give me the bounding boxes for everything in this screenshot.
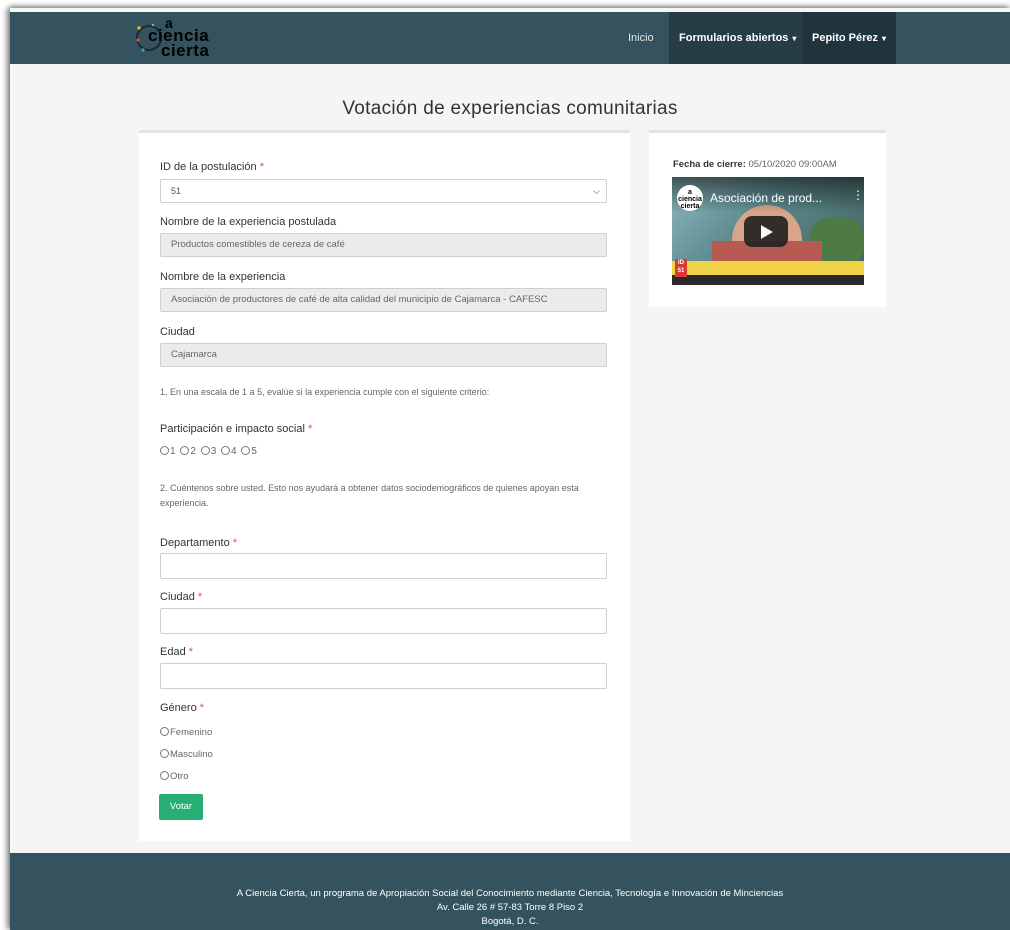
experiencia-postulada-label: Nombre de la experiencia postulada — [160, 216, 337, 228]
fecha-cierre-value: 05/10/2020 09:00AM — [748, 159, 837, 170]
footer-line-2: Av. Calle 26 # 57-83 Torre 8 Piso 2 — [436, 902, 584, 913]
votar-button[interactable]: Votar — [159, 794, 203, 820]
id-postulacion-label-text: ID de la postulación — [160, 161, 257, 173]
genero-label-text: Género — [160, 702, 197, 714]
nav-inicio[interactable]: Inicio — [618, 12, 668, 64]
radio-circle-icon — [180, 446, 190, 455]
ciudad-usuario-input[interactable] — [160, 608, 607, 634]
nav-formularios-abiertos[interactable]: Formularios abiertos ▾ — [669, 12, 802, 64]
edad-input[interactable] — [160, 663, 607, 689]
radio-circle-icon — [160, 771, 169, 780]
id-postulacion-value: 51 — [171, 186, 182, 196]
logo-text-cierta: cierta — [161, 41, 210, 60]
caret-down-icon: ▾ — [792, 34, 797, 43]
scale-radio-1[interactable]: 1 — [160, 446, 176, 457]
radio-circle-icon — [241, 446, 251, 455]
criterio-label-text: Participación e impacto social — [160, 423, 305, 435]
fecha-cierre: Fecha de cierre: 05/10/2020 09:00AM — [673, 159, 837, 170]
radio-circle-icon — [160, 749, 169, 758]
nav-forms-label: Formularios abiertos — [679, 32, 789, 44]
departamento-label: Departamento * — [160, 537, 237, 549]
video-thumbnail-bottom — [672, 275, 864, 285]
page-title: Votación de experiencias comunitarias — [342, 98, 678, 119]
video-thumbnail-banner — [672, 261, 864, 275]
caret-down-icon: ▾ — [882, 34, 887, 43]
id-postulacion-select[interactable]: 51 ⌵ — [160, 179, 607, 203]
departamento-label-text: Departamento — [160, 537, 230, 549]
required-mark: * — [188, 646, 194, 658]
ciudad-label: Ciudad — [160, 326, 195, 338]
gender-radio-label: Femenino — [170, 727, 213, 738]
gender-radio-otro[interactable]: Otro — [160, 771, 188, 782]
video-title[interactable]: Asociación de prod... — [710, 191, 822, 205]
criterio-label: Participación e impacto social * — [160, 423, 312, 435]
fecha-cierre-label: Fecha de cierre: — [673, 159, 746, 170]
radio-circle-icon — [160, 446, 169, 455]
gender-radio-label: Otro — [170, 771, 189, 782]
scale-radio-3[interactable]: 3 — [200, 446, 217, 457]
more-vert-icon[interactable]: ⋮ — [852, 189, 864, 201]
play-button-icon[interactable] — [744, 216, 788, 247]
scale-radio-label: 2 — [190, 446, 196, 457]
scale-radio-2[interactable]: 2 — [180, 446, 196, 457]
scale-radio-label: 4 — [231, 446, 237, 457]
footer: A Ciencia Cierta, un programa de Apropia… — [10, 853, 1010, 930]
footer-line-1: A Ciencia Cierta, un programa de Apropia… — [236, 888, 784, 899]
logo[interactable]: a ciencia cierta — [135, 16, 225, 60]
required-mark: * — [199, 702, 205, 714]
video-id-tag: ID 51 — [675, 259, 687, 277]
instruction-1: 1. En una escala de 1 a 5, evalúe si la … — [160, 387, 490, 397]
ciudad-usuario-label-text: Ciudad — [160, 591, 195, 603]
experiencia-field: Asociación de productores de café de alt… — [160, 288, 607, 312]
channel-avatar[interactable]: a ciencia cierta — [677, 185, 703, 211]
info-card: Fecha de cierre: 05/10/2020 09:00AM a ci… — [649, 130, 886, 307]
gender-radio-masculino[interactable]: Masculino — [160, 749, 213, 760]
ciudad-field: Cajamarca — [160, 343, 607, 367]
scale-radio-label: 1 — [170, 446, 176, 457]
scale-radio-4[interactable]: 4 — [221, 446, 237, 457]
channel-avatar-text: a ciencia cierta — [678, 189, 702, 210]
ciudad-usuario-label: Ciudad * — [160, 591, 202, 603]
radio-circle-icon — [160, 727, 169, 736]
gender-radio-label: Masculino — [170, 749, 213, 760]
nav-inicio-label: Inicio — [628, 32, 654, 44]
scale-radio-label: 5 — [251, 446, 257, 457]
nav-user-menu[interactable]: Pepito Pérez ▾ — [802, 12, 896, 64]
video-player[interactable]: a ciencia cierta Asociación de prod... ⋮… — [672, 177, 864, 285]
browser-window: a ciencia cierta Inicio Formularios abie… — [10, 8, 1010, 930]
experiencia-postulada-field: Productos comestibles de cereza de café — [160, 233, 607, 257]
nav-user-label: Pepito Pérez — [812, 32, 879, 44]
required-mark: * — [259, 161, 264, 173]
required-mark: * — [232, 537, 238, 549]
chevron-down-icon: ⌵ — [593, 186, 600, 196]
navbar: a ciencia cierta Inicio Formularios abie… — [10, 12, 1010, 64]
required-mark: * — [307, 423, 313, 435]
footer-line-3: Bogotá, D. C. — [481, 916, 539, 927]
scale-radio-group: 1 2 3 4 5 — [160, 446, 259, 457]
radio-circle-icon — [221, 446, 231, 455]
required-mark: * — [197, 591, 203, 603]
instruction-2: 2. Cuéntenos sobre usted. Esto nos ayuda… — [160, 483, 579, 508]
experiencia-label: Nombre de la experiencia — [160, 271, 286, 283]
scale-radio-5[interactable]: 5 — [241, 446, 257, 457]
departamento-input[interactable] — [160, 553, 607, 579]
radio-circle-icon — [200, 446, 210, 455]
gender-radio-femenino[interactable]: Femenino — [160, 727, 212, 738]
vote-form-card: ID de la postulación * 51 ⌵ Nombre de la … — [139, 130, 630, 841]
edad-label: Edad * — [160, 646, 193, 658]
genero-label: Género * — [160, 702, 204, 714]
scale-radio-label: 3 — [210, 446, 217, 457]
edad-label-text: Edad — [160, 646, 186, 658]
id-postulacion-label: ID de la postulación * — [160, 161, 264, 173]
